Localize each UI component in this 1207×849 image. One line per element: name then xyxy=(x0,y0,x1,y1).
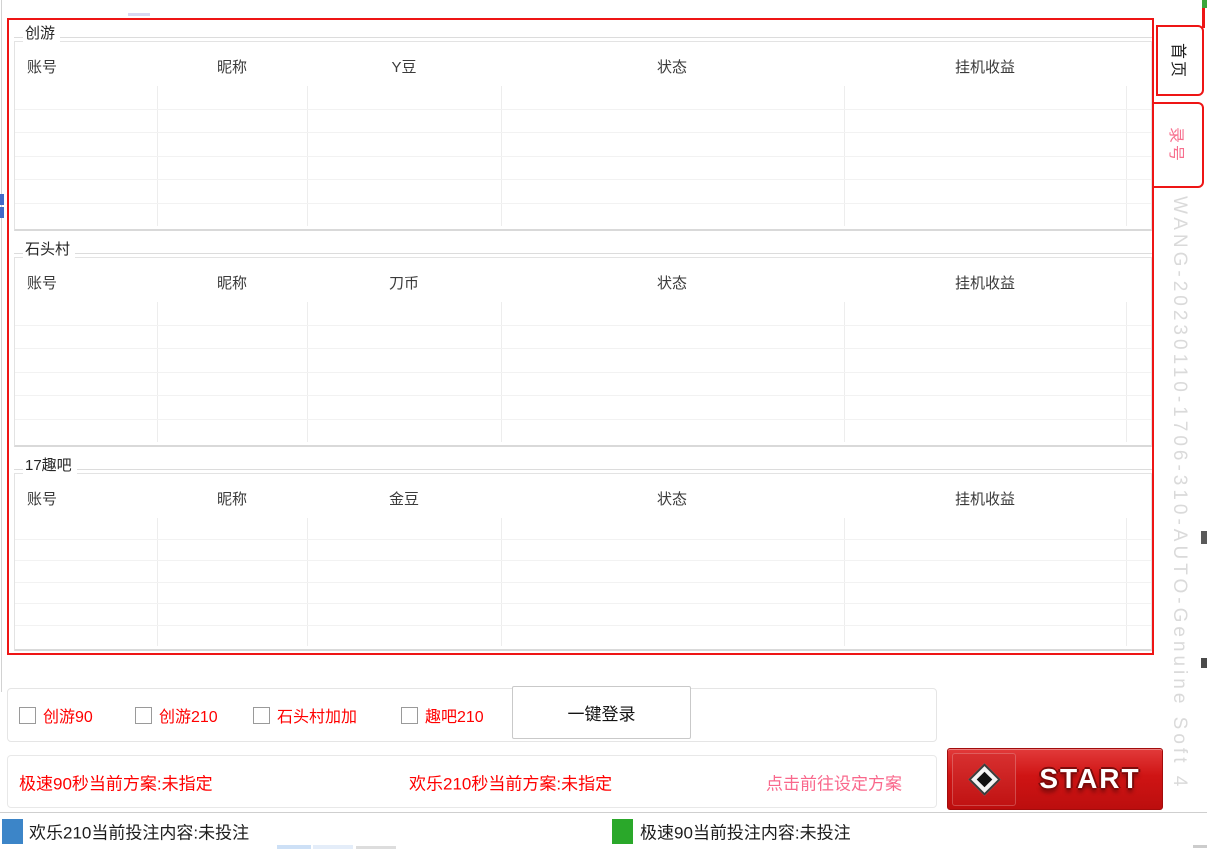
start-button-tile[interactable] xyxy=(952,753,1016,806)
table-row xyxy=(15,420,1151,443)
checkbox-box[interactable] xyxy=(19,707,36,724)
table-row xyxy=(15,86,1151,110)
table-row xyxy=(15,133,1151,157)
table-row xyxy=(15,540,1151,562)
diamond-icon xyxy=(968,763,1001,796)
start-button[interactable]: START xyxy=(947,748,1163,810)
one-key-login-button[interactable]: 一键登录 xyxy=(512,686,691,739)
login-options-bar: 创游90 创游210 石头村加加 趣吧210 xyxy=(7,688,937,742)
column-header[interactable]: Y豆 xyxy=(391,56,416,77)
tab-record-label: 录号 xyxy=(1166,127,1190,163)
table-row xyxy=(15,204,1151,227)
screen-edge-artifact xyxy=(1202,0,1207,8)
column-header[interactable]: 刀币 xyxy=(389,272,419,293)
checkbox-label: 趣吧210 xyxy=(425,703,484,727)
table-row xyxy=(15,157,1151,181)
checkbox-box[interactable] xyxy=(135,707,152,724)
screen-edge-artifact xyxy=(128,13,150,16)
tab-home-label: 首页 xyxy=(1168,42,1192,78)
column-header[interactable]: 账号 xyxy=(27,56,57,77)
group-title-chuangyou: 创游 xyxy=(23,22,60,43)
table-body xyxy=(15,302,1151,442)
table-row xyxy=(15,349,1151,373)
column-header[interactable]: 昵称 xyxy=(217,272,247,293)
column-header[interactable]: 状态 xyxy=(657,56,687,77)
happy210-plan-status: 欢乐210秒当前方案:未指定 xyxy=(409,769,612,794)
account-table-quba[interactable]: 账号 昵称 金豆 状态 挂机收益 xyxy=(14,473,1152,651)
screen-edge-artifact xyxy=(1193,845,1207,848)
speed90-bet-status: 极速90当前投注内容:未投注 xyxy=(640,819,851,844)
column-header[interactable]: 挂机收益 xyxy=(955,272,1015,293)
groupbox-border xyxy=(14,37,1152,38)
checkbox-quba210[interactable]: 趣吧210 xyxy=(401,689,484,741)
speed90-status-chip xyxy=(612,819,633,844)
table-row xyxy=(15,326,1151,350)
table-row xyxy=(15,604,1151,626)
table-row xyxy=(15,180,1151,204)
screen-edge-artifact xyxy=(1202,8,1205,28)
groupbox-border xyxy=(14,253,1152,254)
column-header[interactable]: 账号 xyxy=(27,488,57,509)
checkbox-box[interactable] xyxy=(401,707,418,724)
table-row xyxy=(15,110,1151,134)
checkbox-label: 创游210 xyxy=(159,703,218,727)
column-header[interactable]: 状态 xyxy=(657,488,687,509)
table-row xyxy=(15,373,1151,397)
status-bar: 欢乐210当前投注内容:未投注 极速90当前投注内容:未投注 xyxy=(0,812,1207,849)
account-table-shitoucun[interactable]: 账号 昵称 刀币 状态 挂机收益 xyxy=(14,257,1152,447)
screen-edge-artifact xyxy=(1201,658,1207,668)
column-header[interactable]: 昵称 xyxy=(217,56,247,77)
checkbox-chuangyou210[interactable]: 创游210 xyxy=(135,689,218,741)
table-row xyxy=(15,518,1151,540)
checkbox-label: 石头村加加 xyxy=(277,703,357,727)
app-window: 创游 账号 昵称 Y豆 状态 挂机收益 石头村 账号 昵称 刀币 状态 挂机收益 xyxy=(0,0,1207,849)
screen-edge-artifact xyxy=(0,194,4,205)
screen-edge-artifact xyxy=(1,0,2,692)
table-row xyxy=(15,302,1151,326)
table-row xyxy=(15,561,1151,583)
tab-home[interactable]: 首页 xyxy=(1156,25,1204,96)
happy210-bet-status: 欢乐210当前投注内容:未投注 xyxy=(29,819,249,844)
license-watermark: WANG-20230110-1706-310-AUTO-Genuine Soft… xyxy=(1168,196,1190,849)
column-header[interactable]: 挂机收益 xyxy=(955,56,1015,77)
plan-bar: 极速90秒当前方案:未指定 欢乐210秒当前方案:未指定 点击前往设定方案 xyxy=(7,755,937,808)
start-button-label: START xyxy=(1018,749,1162,809)
column-header[interactable]: 账号 xyxy=(27,272,57,293)
checkbox-box[interactable] xyxy=(253,707,270,724)
screen-edge-artifact xyxy=(1201,531,1207,544)
column-header[interactable]: 金豆 xyxy=(389,488,419,509)
happy210-status-chip xyxy=(2,819,23,844)
group-title-shitoucun: 石头村 xyxy=(23,238,75,259)
screen-edge-artifact xyxy=(0,207,4,218)
table-body xyxy=(15,86,1151,226)
account-table-chuangyou[interactable]: 账号 昵称 Y豆 状态 挂机收益 xyxy=(14,41,1152,231)
checkbox-label: 创游90 xyxy=(43,703,93,727)
group-title-quba: 17趣吧 xyxy=(23,454,77,475)
groupbox-border xyxy=(14,469,1152,470)
column-header[interactable]: 状态 xyxy=(657,272,687,293)
checkbox-chuangyou90[interactable]: 创游90 xyxy=(19,689,93,741)
screen-edge-artifact xyxy=(277,845,311,849)
column-header[interactable]: 挂机收益 xyxy=(955,488,1015,509)
table-row xyxy=(15,396,1151,420)
column-header[interactable]: 昵称 xyxy=(217,488,247,509)
table-row xyxy=(15,583,1151,605)
tab-record[interactable]: 录号 xyxy=(1154,102,1204,188)
table-row xyxy=(15,626,1151,647)
checkbox-shitoucun[interactable]: 石头村加加 xyxy=(253,689,357,741)
table-body xyxy=(15,518,1151,646)
screen-edge-artifact xyxy=(313,845,353,849)
speed90-plan-status: 极速90秒当前方案:未指定 xyxy=(19,769,213,794)
goto-plan-link[interactable]: 点击前往设定方案 xyxy=(766,769,902,794)
